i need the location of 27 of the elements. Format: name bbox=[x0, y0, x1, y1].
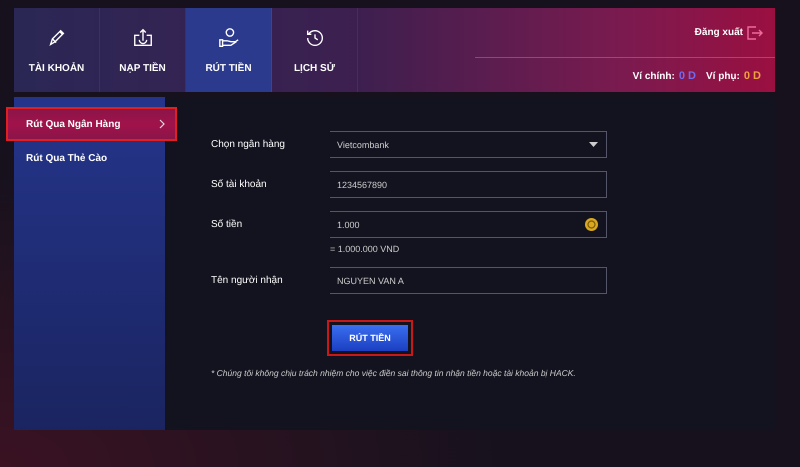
field-label: Số tiền bbox=[211, 219, 244, 230]
wallet-label: Ví chính: bbox=[632, 71, 675, 82]
sidebar-item[interactable]: Rút Qua Ngân Hàng bbox=[8, 109, 175, 139]
input-field[interactable]: 1.000 bbox=[330, 211, 607, 238]
input-field[interactable]: NGUYEN VAN A bbox=[330, 267, 607, 294]
conversion-note: = 1.000.000 VND bbox=[330, 244, 400, 254]
wallet-balance: 0 D bbox=[744, 70, 761, 82]
disclaimer-text: * Chúng tôi không chịu trách nhiệm cho việc điền sai thông tin nhận tiền hoặc tài khoản bị HACK. bbox=[211, 368, 577, 378]
upload-money-icon bbox=[132, 26, 154, 48]
wallet-label: Ví phụ: bbox=[706, 71, 740, 82]
input-field[interactable]: 1234567890 bbox=[330, 171, 607, 198]
nav-tab[interactable]: RÚT TIỀN bbox=[186, 8, 272, 92]
logout-icon[interactable] bbox=[747, 26, 763, 40]
wallet-balance: 0 D bbox=[678, 70, 696, 82]
withdraw-button[interactable]: RÚT TIỀN bbox=[332, 325, 408, 351]
field-label: Tên người nhận bbox=[211, 275, 284, 286]
logout-link[interactable]: Đăng xuất bbox=[694, 27, 743, 38]
sidebar-item[interactable]: Rút Qua Thẻ Cào bbox=[14, 143, 165, 173]
caret-icon bbox=[589, 142, 598, 147]
nav-tab[interactable]: TÀI KHOẢN bbox=[14, 8, 100, 92]
chevron-right-icon bbox=[159, 119, 165, 129]
hand-coin-icon bbox=[218, 26, 240, 48]
coin-icon bbox=[585, 218, 598, 231]
nav-tab[interactable]: LỊCH SỬ bbox=[272, 8, 358, 92]
field-label: Chọn ngân hàng bbox=[211, 139, 286, 150]
bank-select[interactable]: Vietcombank bbox=[330, 131, 607, 158]
field-label: Số tài khoản bbox=[211, 179, 268, 190]
